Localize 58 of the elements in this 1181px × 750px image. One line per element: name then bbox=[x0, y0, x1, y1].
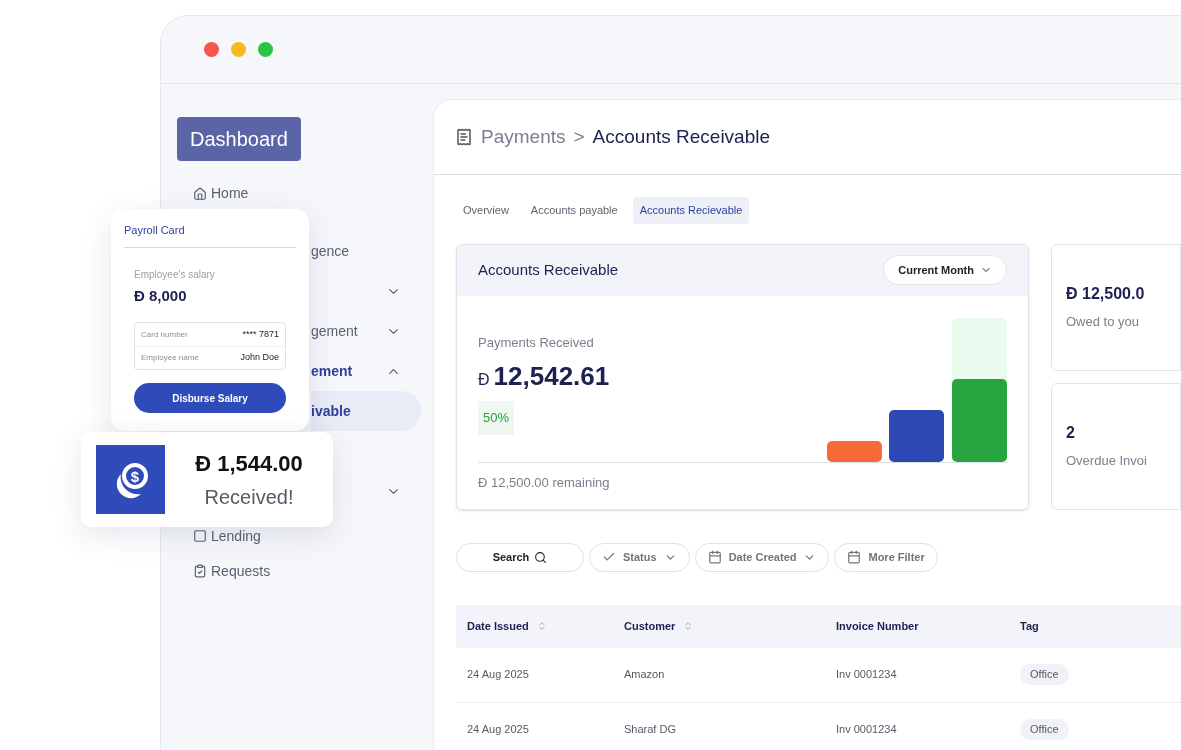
calendar-icon bbox=[707, 550, 722, 564]
sidebar-item[interactable]: Home bbox=[211, 183, 249, 204]
field-label: Employee name bbox=[141, 352, 199, 364]
breadcrumb-parent[interactable]: Payments bbox=[481, 122, 566, 152]
tab[interactable]: Overview bbox=[456, 197, 516, 224]
sidebar-item[interactable]: gence bbox=[311, 240, 350, 262]
sidebar-item[interactable]: Lending bbox=[211, 525, 261, 547]
stat-label: Owed to you bbox=[1066, 313, 1140, 332]
stat-label: Overdue Invoi bbox=[1066, 452, 1148, 471]
search-icon bbox=[534, 550, 548, 564]
metric-value: 12,542.61 bbox=[493, 360, 610, 393]
card-title: Accounts Receivable bbox=[478, 259, 619, 280]
square-icon bbox=[193, 529, 207, 543]
column-header[interactable]: Tag bbox=[1020, 617, 1039, 635]
disburse-button[interactable]: Disburse Salary bbox=[134, 383, 286, 413]
tag-badge: Office bbox=[1020, 664, 1069, 685]
check-icon bbox=[602, 550, 616, 564]
sidebar-subitem[interactable]: ivable bbox=[311, 391, 421, 431]
received-label: Received! bbox=[204, 485, 294, 510]
column-header[interactable]: Date Issued bbox=[467, 617, 529, 635]
column-header[interactable]: Invoice Number bbox=[836, 617, 919, 635]
table-cell-text: 24 Aug 2025 bbox=[467, 667, 530, 683]
period-dropdown[interactable]: Current Month bbox=[883, 254, 1007, 286]
salary-amount: Đ 8,000 bbox=[134, 285, 188, 306]
dollar-sign: $ bbox=[130, 467, 139, 485]
sidebar-item[interactable]: Requests bbox=[211, 560, 271, 582]
clipboard-icon bbox=[193, 564, 207, 578]
remaining-amount: Đ 12,500.00 remaining bbox=[478, 473, 611, 492]
field-value: **** 7871 bbox=[242, 327, 279, 341]
table-cell-text: Inv 0001234 bbox=[836, 667, 898, 683]
column-header[interactable]: Customer bbox=[624, 617, 676, 635]
percent-badge: 50% bbox=[478, 401, 515, 435]
field-label: Card number bbox=[141, 328, 188, 341]
stat-value: 2 bbox=[1066, 423, 1076, 444]
dashboard-logo[interactable]: Dashboard bbox=[177, 117, 301, 161]
sidebar-item[interactable]: ement bbox=[311, 360, 353, 382]
breadcrumb-separator: > bbox=[573, 124, 585, 149]
tab[interactable]: Accounts Recievable bbox=[632, 197, 750, 224]
sort-icon[interactable] bbox=[536, 621, 547, 631]
tag-badge: Office bbox=[1020, 719, 1069, 740]
sort-icon[interactable] bbox=[683, 621, 694, 631]
salary-label: Employee's salary bbox=[134, 267, 216, 282]
table-cell-text: Amazon bbox=[624, 667, 666, 683]
table-cell-text: 24 Aug 2025 bbox=[467, 722, 530, 738]
tab[interactable]: Accounts payable bbox=[523, 197, 625, 224]
metric-label: Payments Received bbox=[478, 333, 595, 352]
card-title: Payroll Card bbox=[124, 222, 296, 248]
sidebar-item[interactable]: gement bbox=[311, 320, 358, 342]
calendar-icon bbox=[847, 550, 862, 564]
receipt-icon bbox=[455, 128, 473, 146]
field-value: John Doe bbox=[240, 351, 279, 365]
house-icon bbox=[193, 186, 207, 201]
page-title: Accounts Receivable bbox=[592, 124, 771, 149]
currency-symbol: Đ bbox=[478, 370, 490, 390]
table-cell-text: Inv 0001234 bbox=[836, 722, 898, 738]
received-amount: Đ 1,544.00 bbox=[195, 450, 303, 478]
stat-value: Đ 12,500.0 bbox=[1066, 284, 1146, 305]
table-cell-text: Sharaf DG bbox=[624, 722, 677, 738]
